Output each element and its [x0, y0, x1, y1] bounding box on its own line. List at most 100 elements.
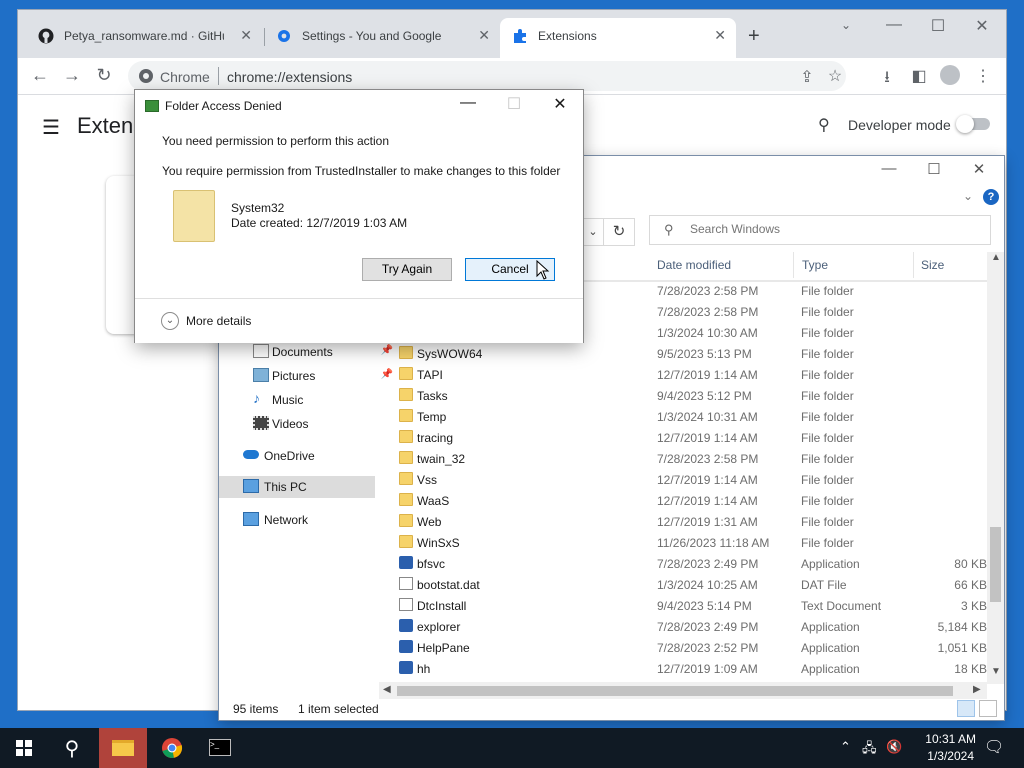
file-size: 80 KB: [954, 557, 987, 571]
file-list-row[interactable]: twain_32 7/28/2023 2:58 PM File folder: [397, 448, 987, 469]
new-tab-button[interactable]: +: [748, 25, 760, 48]
file-list-row[interactable]: HelpPane 7/28/2023 2:52 PM Application 1,05…: [397, 637, 987, 658]
tab-extensions[interactable]: Extensions ✕: [500, 18, 736, 58]
file-list-row[interactable]: Tasks 9/4/2023 5:12 PM File folder: [397, 385, 987, 406]
file-list-row[interactable]: DtcInstall 9/4/2023 5:14 PM Text Document 3…: [397, 595, 987, 616]
help-icon[interactable]: ?: [983, 189, 999, 205]
minimize-button[interactable]: —: [869, 160, 909, 177]
file-list-row[interactable]: explorer 7/28/2023 2:49 PM Application 5,18…: [397, 616, 987, 637]
start-button[interactable]: [0, 728, 48, 768]
pin-icon: 📌: [380, 369, 393, 380]
nav-item-videos[interactable]: Videos: [239, 413, 395, 435]
file-list-row[interactable]: SysWOW64 9/5/2023 5:13 PM File folder: [397, 343, 987, 364]
scroll-left-icon[interactable]: ◀: [383, 684, 391, 695]
clock[interactable]: 10:31 AM 1/3/2024: [925, 731, 976, 765]
nav-item-pictures[interactable]: Pictures 📌: [239, 365, 395, 387]
column-header-size[interactable]: Size: [921, 258, 944, 272]
vertical-scrollbar[interactable]: ▲ ▼: [987, 252, 1004, 684]
taskbar-terminal[interactable]: >_: [196, 728, 244, 768]
file-list-row[interactable]: WinSxS 11/26/2023 11:18 AM File folder: [397, 532, 987, 553]
bookmark-star-icon[interactable]: ☆: [824, 66, 846, 86]
taskbar-chrome[interactable]: [148, 728, 196, 768]
file-type: Application: [801, 620, 860, 634]
close-icon[interactable]: ✕: [714, 27, 726, 44]
file-list-row[interactable]: Vss 12/7/2019 1:14 AM File folder: [397, 469, 987, 490]
nav-item-music[interactable]: ♪ Music: [239, 389, 395, 411]
download-icon[interactable]: ⭳: [876, 66, 898, 93]
address-dropdown-chevron-icon[interactable]: ⌄: [581, 218, 604, 246]
refresh-icon[interactable]: ↻: [603, 218, 635, 246]
scroll-down-icon[interactable]: ▼: [991, 666, 1001, 677]
clock-date: 1/3/2024: [927, 749, 974, 763]
chevron-up-icon[interactable]: ⌃: [840, 739, 851, 755]
search-input[interactable]: [690, 222, 970, 236]
column-header-date[interactable]: Date modified: [657, 258, 731, 272]
file-list-row[interactable]: hh 12/7/2019 1:09 AM Application 18 KB: [397, 658, 987, 679]
folder-access-denied-dialog: Folder Access Denied — ☐ ✕ You need perm…: [135, 90, 583, 343]
more-details-link[interactable]: More details: [186, 314, 251, 328]
try-again-button[interactable]: Try Again: [362, 258, 452, 281]
volume-muted-icon[interactable]: 🔇: [886, 739, 902, 755]
tab-settings[interactable]: Settings - You and Google ✕: [264, 20, 500, 52]
file-name: Temp: [417, 410, 447, 424]
profile-avatar[interactable]: [940, 65, 960, 85]
folder-icon: [399, 367, 413, 380]
details-view-icon[interactable]: [957, 700, 975, 717]
file-list-row[interactable]: TAPI 12/7/2019 1:14 AM File folder: [397, 364, 987, 385]
file-list-row[interactable]: bootstat.dat 1/3/2024 10:25 AM DAT File 66 …: [397, 574, 987, 595]
close-icon[interactable]: ✕: [240, 27, 252, 44]
file-list-row[interactable]: tracing 12/7/2019 1:14 AM File folder: [397, 427, 987, 448]
notifications-icon[interactable]: 🗨: [984, 737, 1004, 757]
address-bar[interactable]: Chrome chrome://extensions ⇪ ☆: [128, 61, 846, 91]
search-button[interactable]: ⚲: [48, 728, 96, 768]
file-date-modified: 7/28/2023 2:58 PM: [657, 305, 759, 319]
settings-gear-icon: [278, 30, 290, 42]
scrollbar-thumb[interactable]: [990, 527, 1001, 602]
large-icons-view-icon[interactable]: [979, 700, 997, 717]
nav-item-this-pc[interactable]: This PC: [219, 476, 375, 498]
mouse-cursor-icon: [536, 260, 550, 280]
minimize-button[interactable]: —: [874, 16, 914, 34]
search-box[interactable]: ⚲: [649, 215, 991, 245]
chevron-down-icon[interactable]: ⌄: [161, 312, 179, 330]
reload-icon[interactable]: ↻: [92, 65, 116, 86]
close-icon[interactable]: ✕: [478, 27, 490, 44]
nav-item-documents[interactable]: Documents 📌: [239, 341, 395, 363]
nav-item-onedrive[interactable]: OneDrive: [219, 445, 375, 467]
forward-arrow-icon[interactable]: →: [60, 65, 84, 86]
maximize-button[interactable]: ☐: [918, 16, 958, 36]
nav-item-network[interactable]: Network: [219, 509, 375, 531]
hamburger-menu-icon[interactable]: ☰: [42, 115, 60, 140]
file-list-row[interactable]: Temp 1/3/2024 10:31 AM File folder: [397, 406, 987, 427]
file-type: Application: [801, 641, 860, 655]
minimize-button[interactable]: —: [445, 94, 491, 112]
file-date-modified: 12/7/2019 1:31 AM: [657, 515, 758, 529]
file-list-row[interactable]: WaaS 12/7/2019 1:14 AM File folder: [397, 490, 987, 511]
url-text[interactable]: chrome://extensions: [227, 69, 352, 85]
tab-search-chevron-icon[interactable]: ⌄: [826, 18, 866, 32]
file-list-row[interactable]: Web 12/7/2019 1:31 AM File folder: [397, 511, 987, 532]
file-size: 5,184 KB: [937, 620, 987, 634]
ribbon-expand-chevron-icon[interactable]: ⌄: [963, 189, 973, 203]
close-window-button[interactable]: ✕: [537, 94, 583, 114]
search-icon[interactable]: ⚲: [818, 115, 830, 135]
file-list-row[interactable]: bfsvc 7/28/2023 2:49 PM Application 80 KB: [397, 553, 987, 574]
side-panel-icon[interactable]: ◧: [908, 66, 930, 86]
selection-count: 1 item selected: [298, 702, 379, 716]
horizontal-scrollbar[interactable]: ◀ ▶: [379, 682, 987, 699]
close-window-button[interactable]: ✕: [959, 160, 999, 178]
scroll-right-icon[interactable]: ▶: [973, 684, 981, 695]
maximize-button[interactable]: ☐: [914, 160, 954, 178]
column-header-type[interactable]: Type: [802, 258, 828, 272]
kebab-menu-icon[interactable]: ⋮: [972, 66, 994, 86]
taskbar-file-explorer[interactable]: [99, 728, 147, 768]
share-icon[interactable]: ⇪: [796, 67, 818, 87]
scrollbar-thumb[interactable]: [397, 686, 953, 696]
close-window-button[interactable]: ✕: [962, 16, 1002, 36]
back-arrow-icon[interactable]: ←: [28, 65, 52, 86]
file-type: File folder: [801, 368, 854, 382]
scroll-up-icon[interactable]: ▲: [991, 252, 1001, 263]
developer-mode-toggle[interactable]: [956, 115, 990, 133]
tab-github[interactable]: Petya_ransomware.md · GitHub ✕: [26, 20, 262, 52]
network-status-icon[interactable]: 🖧: [862, 739, 877, 761]
